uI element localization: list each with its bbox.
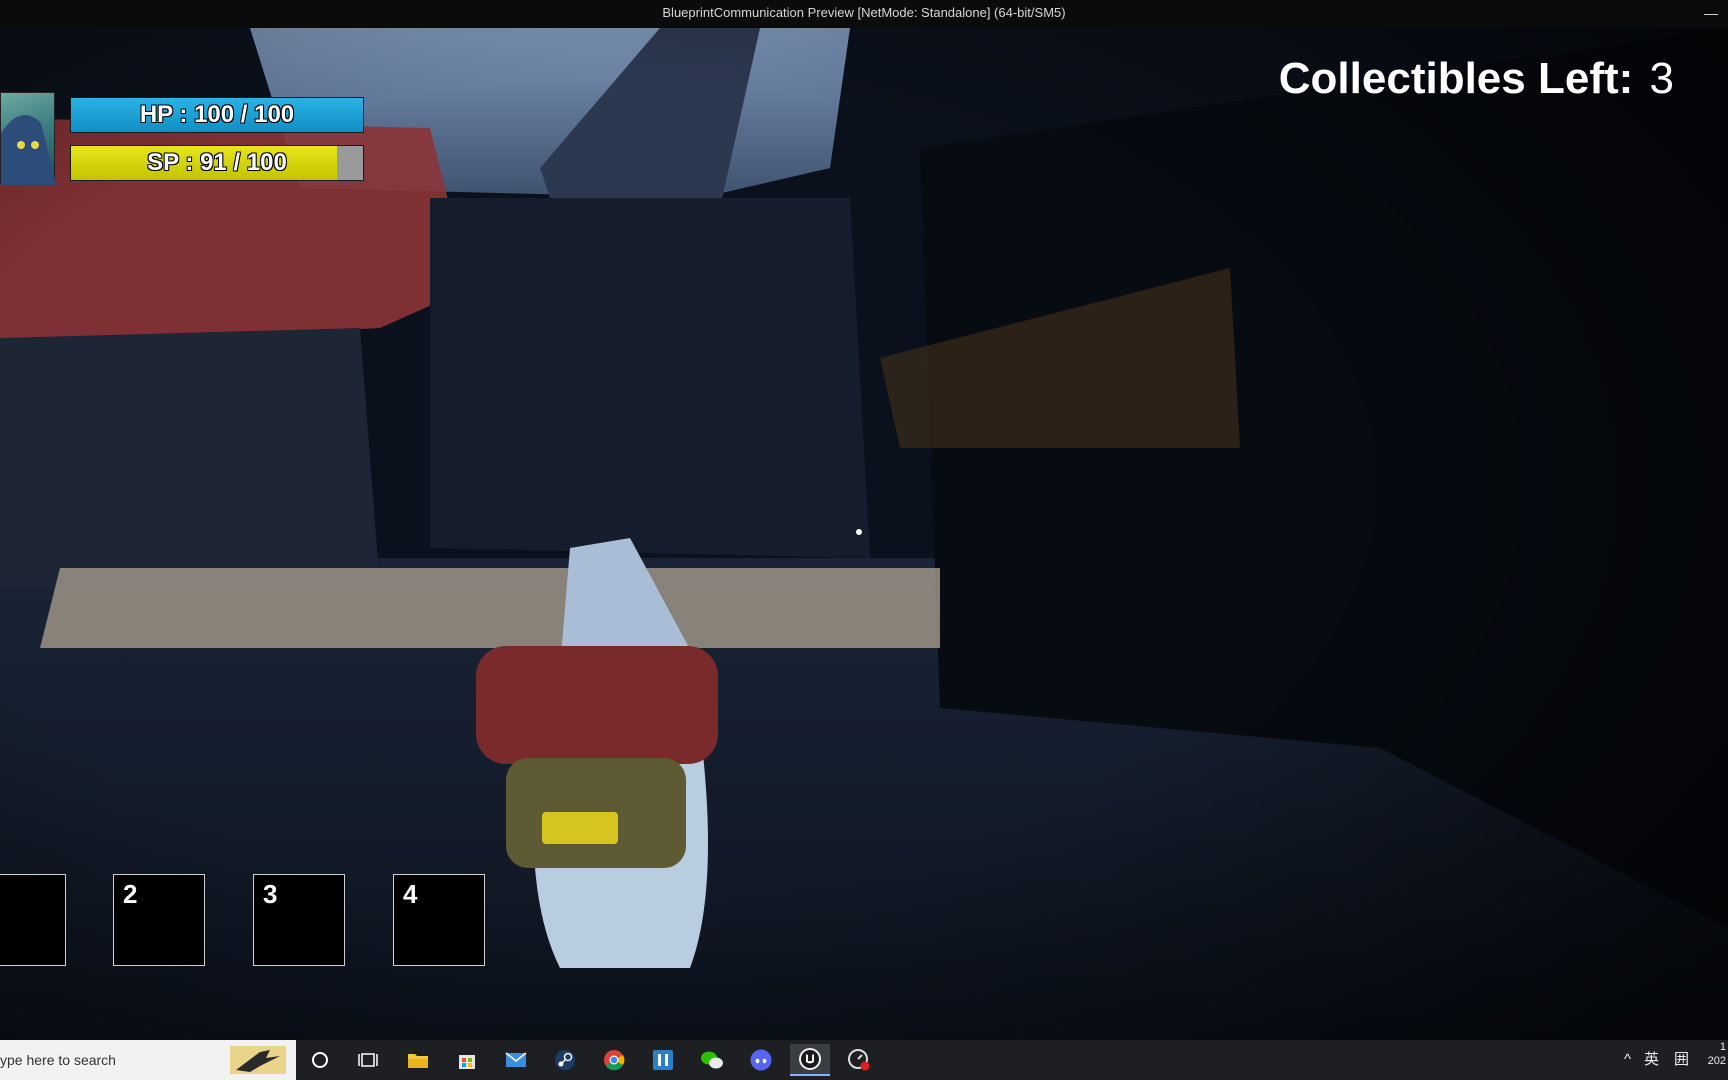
crosshair (856, 529, 862, 535)
window-title: BlueprintCommunication Preview [NetMode:… (662, 5, 1066, 20)
window-title-bar[interactable]: BlueprintCommunication Preview [NetMode:… (0, 0, 1728, 28)
hp-text: HP : 100 / 100 (139, 101, 295, 128)
task-view-icon[interactable] (348, 1044, 388, 1076)
hotbar-slot-4[interactable]: 4 (393, 874, 485, 966)
clock-date: 202 (1707, 1055, 1726, 1067)
microsoft-store-icon[interactable] (447, 1044, 487, 1076)
search-highlight-icon (230, 1046, 286, 1074)
sp-bar: SP : 91 / 100 (70, 145, 364, 181)
hotbar-slot-label: 2 (123, 879, 138, 909)
unreal-engine-icon[interactable] (790, 1044, 830, 1076)
player-portrait (0, 92, 56, 185)
collectibles-value: 3 (1649, 54, 1674, 103)
sp-text: SP : 91 / 100 (147, 149, 287, 176)
mail-icon[interactable] (496, 1044, 536, 1076)
tray-chevron-icon[interactable]: ^ (1624, 1040, 1631, 1080)
hotbar-slot-1[interactable] (0, 874, 66, 966)
file-explorer-icon[interactable] (398, 1044, 438, 1076)
taskbar-clock[interactable]: 1 202 (1702, 1040, 1728, 1080)
minimize-button[interactable]: — (1704, 0, 1718, 26)
hp-bar: HP : 100 / 100 (70, 97, 364, 133)
discord-icon[interactable] (741, 1044, 781, 1076)
taskbar: ype here to search ^ 英 囲 1 202 (0, 1040, 1728, 1080)
player-avatar-icon (1, 115, 56, 185)
search-placeholder: ype here to search (0, 1052, 116, 1068)
hotbar-slot-label: 3 (263, 879, 278, 909)
chrome-icon[interactable] (594, 1044, 634, 1076)
clock-time: 1 (1719, 1041, 1726, 1053)
cortana-icon[interactable] (300, 1044, 340, 1076)
ime-mode-icon[interactable]: 囲 (1674, 1040, 1689, 1080)
ime-language-indicator[interactable]: 英 (1644, 1040, 1659, 1080)
collectibles-counter: Collectibles Left: 3 (1279, 54, 1674, 104)
character-backpack (476, 646, 718, 764)
hotbar-slot-2[interactable]: 2 (113, 874, 205, 966)
game-viewport[interactable]: HP : 100 / 100 SP : 91 / 100 Collectible… (0, 28, 1728, 1040)
collectibles-label: Collectibles Left: (1278, 54, 1634, 103)
character-buckle (542, 812, 618, 844)
wechat-icon[interactable] (692, 1044, 732, 1076)
hotbar-slot-3[interactable]: 3 (253, 874, 345, 966)
hotbar-slot-label: 4 (403, 879, 418, 909)
app-icon[interactable] (643, 1044, 683, 1076)
taskbar-search-box[interactable]: ype here to search (0, 1040, 296, 1080)
recorder-icon[interactable] (839, 1044, 879, 1076)
steam-icon[interactable] (545, 1044, 585, 1076)
